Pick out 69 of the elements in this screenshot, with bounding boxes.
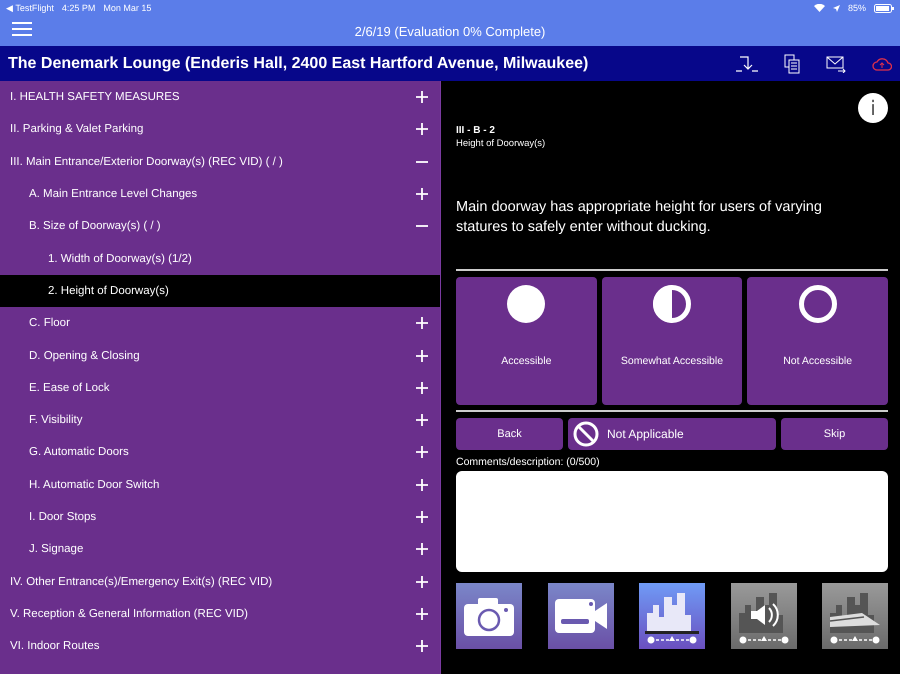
camera-icon [464,596,514,636]
menu-icon[interactable] [12,21,32,37]
plus-icon [416,543,428,556]
sidebar-item[interactable]: C. Floor [0,307,440,340]
prohibited-icon [573,421,599,447]
sidebar-item[interactable]: J. Signage [0,533,440,566]
back-button[interactable]: Back [456,418,563,450]
plus-icon [416,123,428,136]
video-button[interactable] [548,583,614,649]
sidebar-item[interactable]: D. Opening & Closing [0,339,440,372]
battery-percent: 85% [848,3,866,13]
plus-icon [416,414,428,426]
rating-button[interactable]: Accessible [456,277,597,405]
question-subtitle: Height of Doorway(s) [456,138,546,149]
sidebar-item[interactable]: A. Main Entrance Level Changes [0,178,440,210]
plus-icon [416,511,428,523]
sidebar-item[interactable]: VI. Indoor Routes [0,630,440,662]
plus-icon [416,478,428,491]
question-text: Main doorway has appropriate height for users of varying statures to safely enter without ducking. [456,198,823,237]
sidebar-item[interactable]: F. Visibility [0,404,440,436]
info-button[interactable]: i [858,93,888,123]
sidebar-item[interactable]: II. Parking & Valet Parking [0,113,440,146]
sidebar-item[interactable]: H. Automatic Door Switch [0,468,440,501]
half-circle-icon [652,285,691,323]
sidebar-item[interactable]: IV. Other Entrance(s)/Emergency Exit(s) (REC VID) [0,565,440,598]
download-icon[interactable] [736,54,758,72]
sidebar-item[interactable]: G. Automatic Doors [0,436,440,469]
sidebar-item[interactable]: I. Door Stops [0,500,440,534]
battery-icon [874,4,894,12]
comments-field[interactable] [456,471,888,572]
location-arrow-icon [832,4,840,12]
sound-button[interactable] [730,583,796,649]
mail-icon[interactable] [826,54,846,72]
plus-icon [416,576,428,588]
video-camera-icon [554,599,606,633]
wifi-icon [814,4,825,12]
plus-icon [416,188,428,200]
back-to-app-link[interactable]: ◀ TestFlight [6,3,54,13]
skip-button[interactable]: Skip [781,418,888,450]
camera-button[interactable] [456,583,522,649]
plus-icon [416,640,428,652]
sidebar-item[interactable]: E. Ease of Lock [0,372,440,404]
plus-icon [416,382,428,394]
skyline-button[interactable] [639,583,705,649]
plus-icon [416,317,428,330]
copy-icon[interactable] [784,54,800,74]
plus-icon [416,446,428,458]
sidebar-item[interactable]: III. Main Entrance/Exterior Doorway(s) (REC VID) ( / ) [0,146,440,178]
cloud-upload-icon[interactable] [872,56,892,70]
filled-circle-icon [507,285,546,323]
sidebar-item[interactable]: 1. Width of Doorway(s) (1/2) [0,242,440,275]
sidebar-item[interactable]: I. HEALTH SAFETY MEASURES [0,81,440,114]
ring-icon [798,285,837,323]
comments-label: Comments/description: (0/500) [456,456,601,468]
nav-title: 2/6/19 (Evaluation 0% Complete) [354,24,546,38]
not-applicable-button[interactable]: Not Applicable [568,418,776,450]
status-time: 4:25 PM [62,3,96,13]
venue-title: The Denemark Lounge (Enderis Hall, 2400 East Hartford Avenue, Milwaukee) [8,54,590,72]
rating-button[interactable]: Not Accessible [747,277,888,405]
plus-icon [416,608,428,620]
sidebar-item[interactable]: 2. Height of Doorway(s) [0,274,440,308]
rating-button[interactable]: Somewhat Accessible [602,277,742,405]
status-date: Mon Mar 15 [103,3,152,13]
sidebar-item[interactable]: B. Size of Doorway(s) ( / ) [0,210,440,242]
train-button[interactable] [822,583,888,649]
plus-icon [416,91,428,104]
sidebar-item[interactable]: V. Reception & General Information (REC VID) [0,598,440,630]
plus-icon [416,350,428,362]
question-code: III - B - 2 [456,125,496,136]
